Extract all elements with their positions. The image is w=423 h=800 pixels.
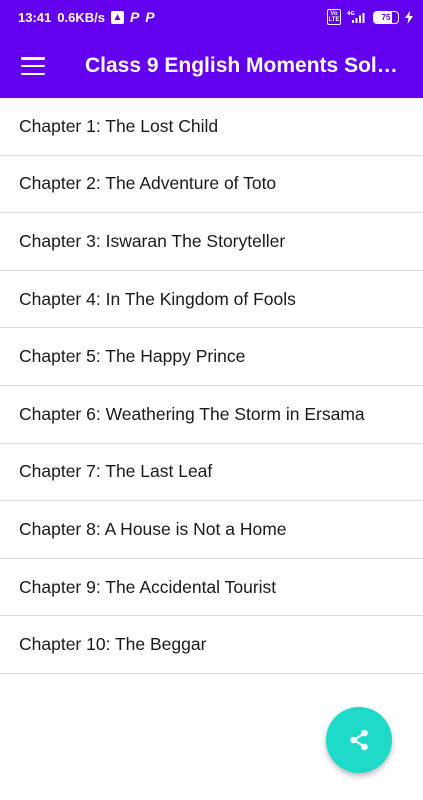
hamburger-menu-icon[interactable]: [21, 57, 45, 75]
network-speed: 0.6KB/s: [57, 9, 105, 25]
chapter-list: Chapter 1: The Lost Child Chapter 2: The …: [0, 98, 423, 674]
upload-icon: ▲: [110, 10, 124, 24]
chapter-list-item[interactable]: Chapter 3: Iswaran The Storyteller: [0, 213, 423, 271]
svg-text:4G: 4G: [347, 11, 355, 17]
charging-icon: [405, 10, 413, 24]
chapter-list-item[interactable]: Chapter 6: Weathering The Storm in Ersam…: [0, 386, 423, 444]
toolbar: Class 9 English Moments Solutions: [0, 34, 423, 98]
chapter-list-item[interactable]: Chapter 9: The Accidental Tourist: [0, 559, 423, 617]
chapter-list-item[interactable]: Chapter 10: The Beggar: [0, 616, 423, 674]
share-button[interactable]: [326, 707, 392, 773]
signal-icon: 4G: [347, 10, 367, 24]
chapter-list-item[interactable]: Chapter 5: The Happy Prince: [0, 328, 423, 386]
volte-icon: Vo LTE: [327, 9, 341, 25]
battery-icon: 75: [373, 10, 399, 24]
app-bar: 13:41 0.6KB/s ▲ P P Vo LTE 4G 75 Class 9…: [0, 0, 423, 98]
parking-app-icon-2: P: [145, 9, 155, 25]
battery-level: 75: [381, 12, 391, 22]
chapter-list-item[interactable]: Chapter 8: A House is Not a Home: [0, 501, 423, 559]
status-time: 13:41: [18, 9, 52, 25]
chapter-list-item[interactable]: Chapter 2: The Adventure of Toto: [0, 156, 423, 214]
chapter-list-item[interactable]: Chapter 1: The Lost Child: [0, 98, 423, 156]
chapter-list-item[interactable]: Chapter 7: The Last Leaf: [0, 444, 423, 502]
parking-app-icon: P: [129, 9, 140, 25]
chapter-list-item[interactable]: Chapter 4: In The Kingdom of Fools: [0, 271, 423, 329]
share-icon: [350, 729, 368, 751]
page-title: Class 9 English Moments Solutions: [85, 54, 407, 77]
status-bar: 13:41 0.6KB/s ▲ P P Vo LTE 4G 75: [0, 0, 423, 34]
